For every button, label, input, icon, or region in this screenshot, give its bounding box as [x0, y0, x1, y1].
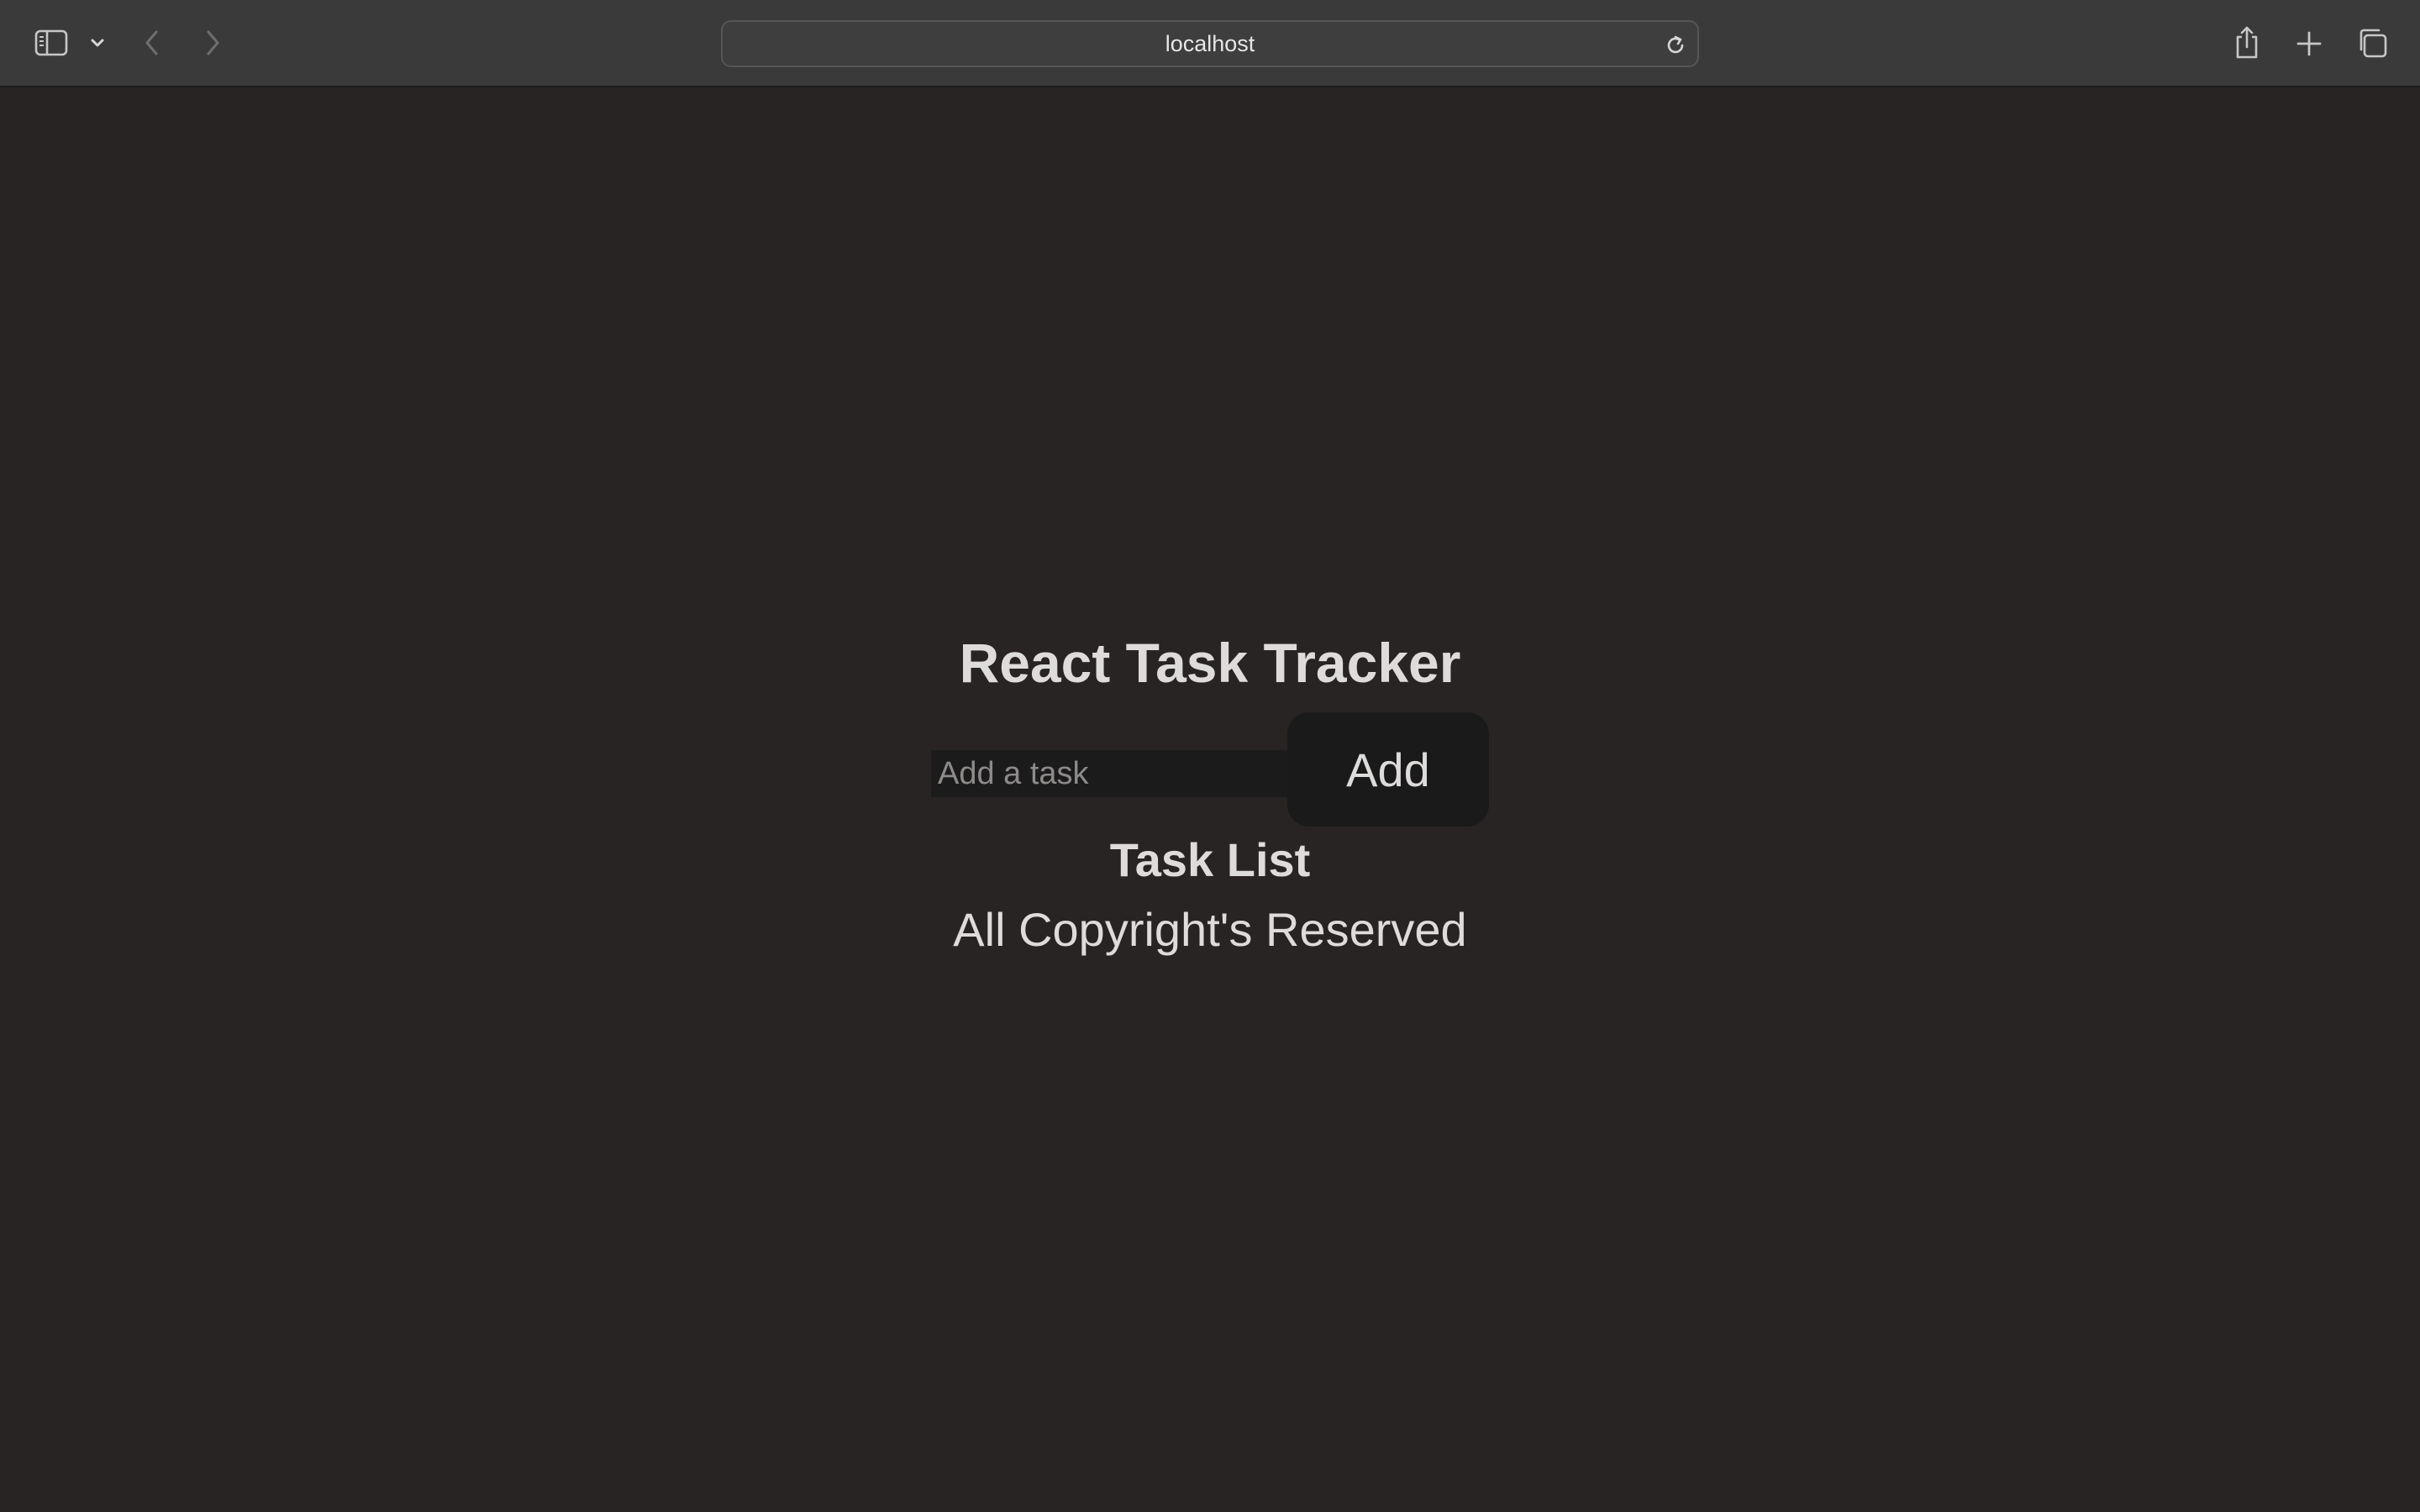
footer-copyright: All Copyright's Reserved — [953, 903, 1467, 956]
chevron-down-icon[interactable] — [87, 34, 108, 52]
task-list-heading: Task List — [1109, 833, 1311, 886]
reload-icon[interactable] — [1662, 32, 1689, 59]
address-bar[interactable]: localhost — [721, 20, 1699, 67]
app-title: React Task Tracker — [959, 632, 1461, 694]
add-task-button[interactable]: Add — [1287, 712, 1489, 827]
address-text: localhost — [1165, 30, 1255, 56]
share-icon[interactable] — [2228, 22, 2265, 64]
browser-toolbar: localhost — [0, 0, 2420, 87]
page-content: React Task Tracker Add Task List All Cop… — [0, 89, 2420, 1512]
tabs-icon[interactable] — [2353, 24, 2391, 62]
plus-icon[interactable] — [2291, 25, 2328, 62]
sidebar-icon[interactable] — [32, 25, 71, 60]
task-input[interactable] — [931, 750, 1291, 797]
chevron-right-icon[interactable] — [200, 25, 225, 60]
chevron-left-icon[interactable] — [139, 25, 165, 60]
